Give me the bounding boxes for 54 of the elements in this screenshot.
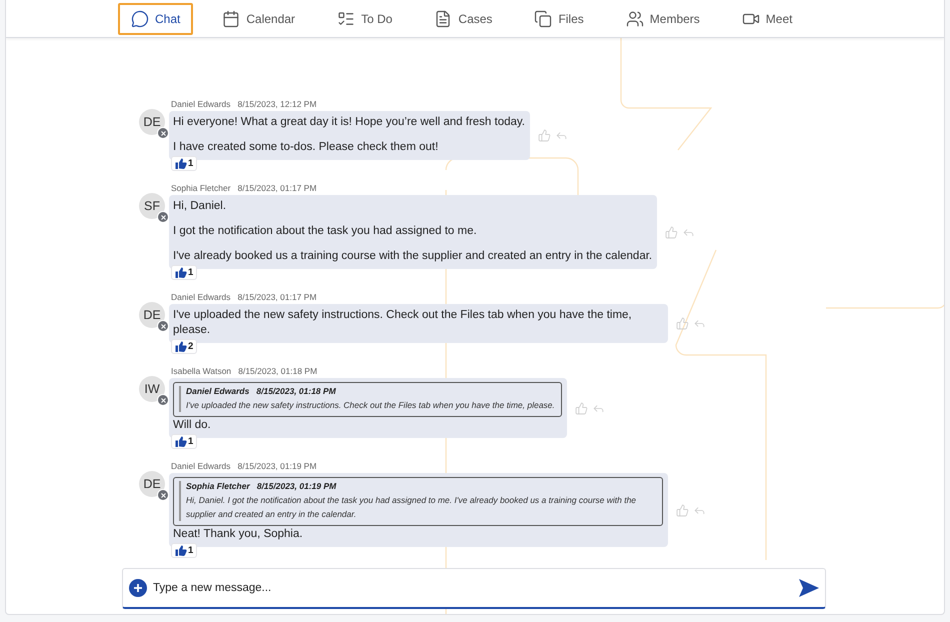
message-meta: Daniel Edwards 8/15/2023, 01:17 PM [171,292,317,302]
nav-tab[interactable]: Members [612,2,713,34]
message-text: Hi, Daniel. [173,199,228,214]
thumbs-up-icon [175,341,187,352]
message-text: Neat! Thank you, Sophia. [173,527,304,542]
nav-tab[interactable]: Meet [728,2,806,34]
nav-tab[interactable]: Cases [421,2,506,34]
status-icon [157,127,169,139]
nav-tab[interactable]: Files [521,2,597,34]
tab-icon [626,10,644,28]
like-count[interactable]: 2 [171,339,198,354]
nav-tab[interactable]: To Do [324,2,406,34]
tab-icon [337,10,356,28]
like-icon[interactable] [665,226,678,238]
message-field[interactable]: Type a new message... [151,581,795,595]
thumbs-up-icon [175,545,187,556]
quote-text: I've uploaded the new safety instructions. Check out the Files tab when you have the time, please. [186,399,555,412]
status-icon [157,211,169,223]
quote-text: Hi, Daniel. I got the notification about the task you had assigned to me. I've already booked us a training course with the supplier and created an entry in the calendar. [186,494,638,521]
like-icon[interactable] [676,317,689,330]
message-meta: Sophia Fletcher 8/15/2023, 01:17 PM [171,183,317,193]
tab-icon [534,10,552,28]
status-icon [157,320,169,332]
status-icon [157,489,169,501]
like-count[interactable]: 1 [171,265,198,280]
message-input[interactable]: Type a new message... [122,568,826,609]
like-count[interactable]: 1 [171,434,198,449]
message-text: I have created some to-dos. Please check them out! [173,140,440,155]
add-icon[interactable] [129,579,147,597]
tab-icon [222,10,240,28]
send-icon[interactable] [799,579,819,597]
message-text: Will do. [173,418,212,433]
message-meta: Daniel Edwards 8/15/2023, 12:12 PM [171,99,317,109]
like-count[interactable]: 1 [171,156,198,171]
status-icon [157,394,169,406]
like-icon[interactable] [574,402,588,414]
like-icon[interactable] [538,129,551,142]
nav-tab[interactable]: Calendar [209,2,308,34]
quote-author: Daniel Edwards 8/15/2023, 01:18 PM [186,386,337,396]
thumbs-up-icon [175,267,187,278]
message-text: Hi everyone! What a great day it is! Hope you’re well and fresh today. [173,115,525,130]
message-meta: Daniel Edwards 8/15/2023, 01:19 PM [171,461,317,471]
message-text: I've already booked us a training course with the supplier and created an entry in the calendar. [173,249,652,264]
thumbs-up-icon [175,436,187,447]
thumbs-up-icon [175,158,187,169]
nav-tab[interactable]: Chat [118,2,194,34]
like-count[interactable]: 1 [171,543,198,558]
tab-icon [131,10,149,28]
like-icon[interactable] [676,504,689,516]
message-meta: Isabella Watson 8/15/2023, 01:18 PM [171,366,318,376]
message-text: I got the notification about the task you had assigned to me. [173,224,478,239]
quote-author: Sophia Fletcher 8/15/2023, 01:19 PM [186,481,338,491]
tab-icon [434,10,452,28]
message-text: I've uploaded the new safety instructions. Check out the Files tab when you have the time, please. [173,308,633,338]
